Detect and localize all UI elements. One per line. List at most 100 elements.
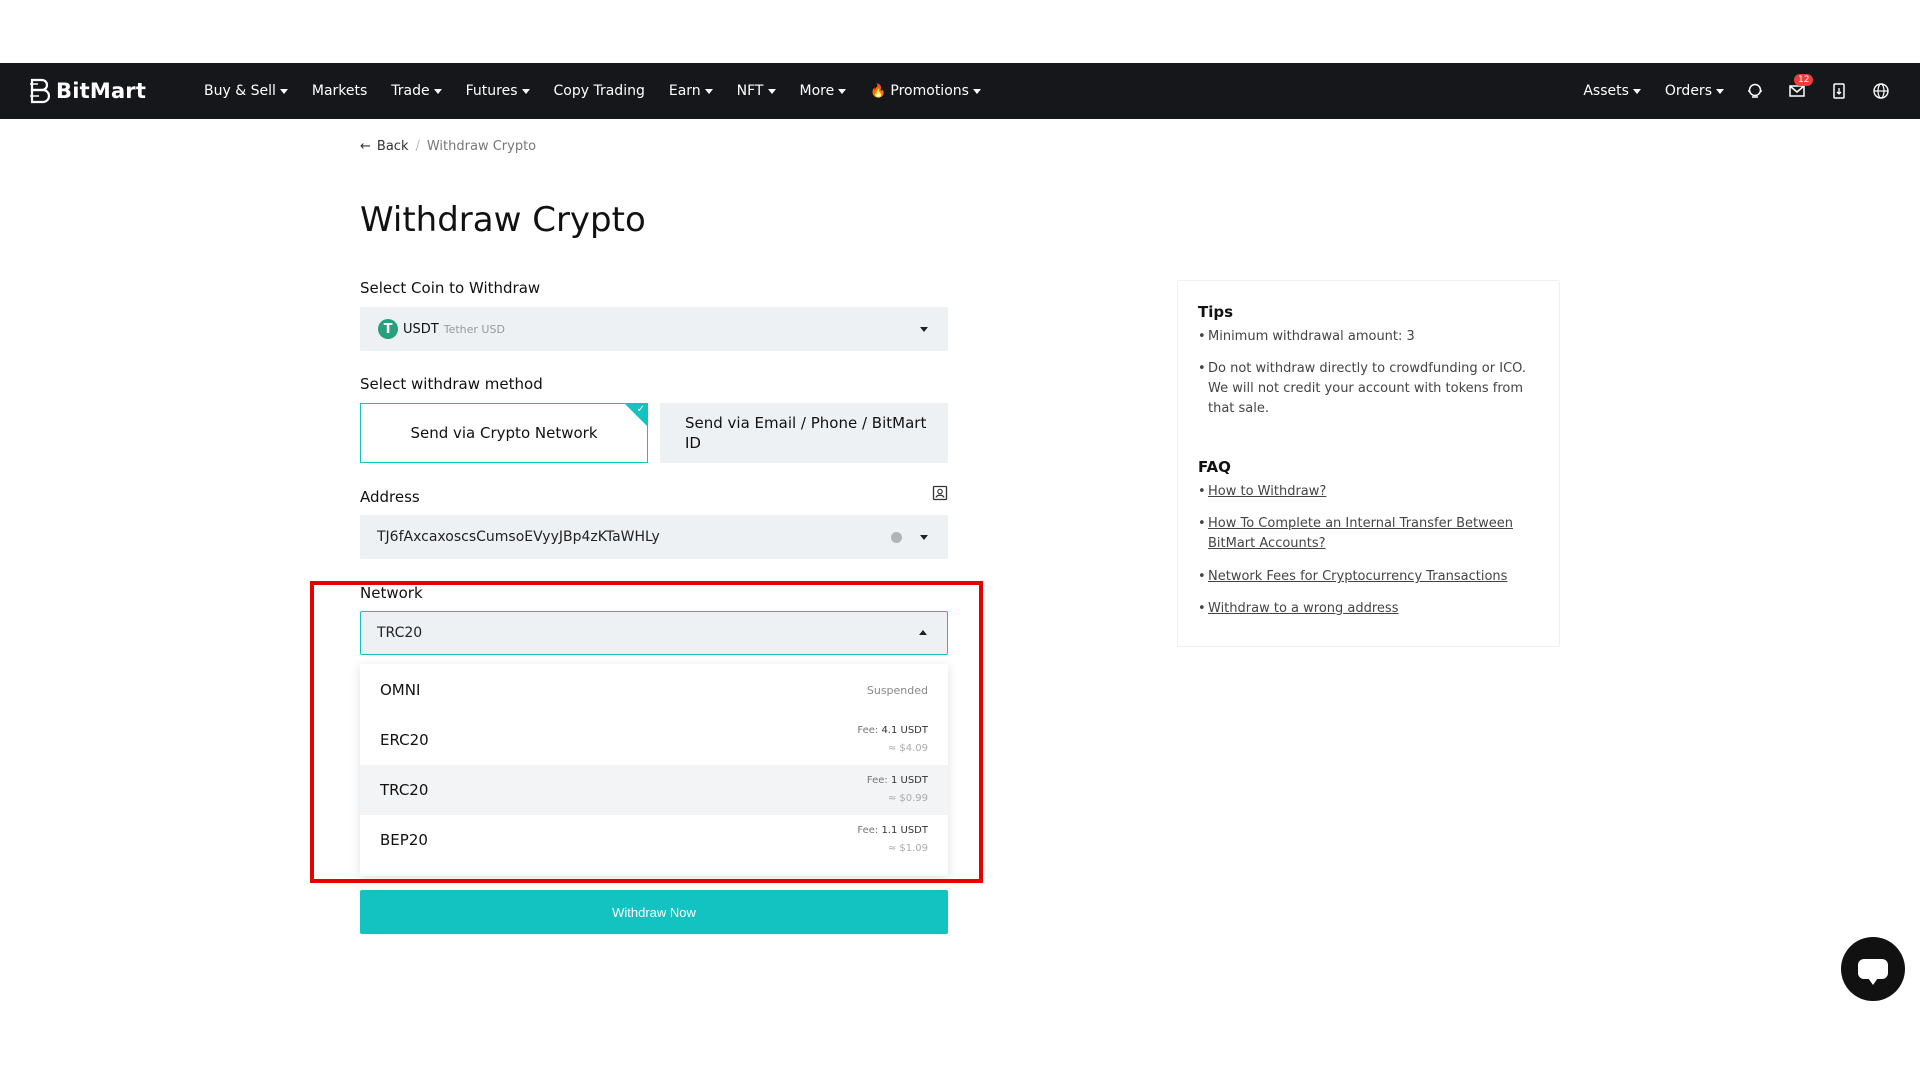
network-option-omni[interactable]: OMNI Suspended bbox=[360, 665, 948, 715]
network-fee: Fee: 1 USDT bbox=[867, 772, 928, 790]
network-option-name: OMNI bbox=[380, 681, 421, 699]
method-crypto-network[interactable]: Send via Crypto Network ✓ bbox=[360, 403, 648, 463]
network-option-bep20[interactable]: BEP20 Fee: 1.1 USDT ≈ $1.09 bbox=[360, 815, 948, 865]
nav-label: Assets bbox=[1583, 83, 1629, 99]
support-icon-glyph bbox=[1748, 83, 1762, 98]
chevron-down-icon[interactable] bbox=[920, 535, 928, 540]
nav-label: More bbox=[799, 83, 835, 99]
caret-down-icon bbox=[704, 88, 713, 94]
network-option-name: TRC20 bbox=[380, 781, 429, 799]
network-fee-usd: ≈ $1.09 bbox=[887, 843, 928, 854]
caret-down-icon bbox=[972, 88, 981, 94]
download-app-icon[interactable] bbox=[1828, 80, 1850, 102]
method-email-phone-id[interactable]: Send via Email / Phone / BitMart ID bbox=[660, 403, 948, 463]
chat-support-button[interactable] bbox=[1841, 937, 1905, 1001]
faq-link-internal-transfer[interactable]: How To Complete an Internal Transfer Bet… bbox=[1198, 514, 1543, 554]
network-option-trc20[interactable]: TRC20 Fee: 1 USDT ≈ $0.99 bbox=[360, 765, 948, 815]
caret-down-icon bbox=[279, 88, 288, 94]
network-fee-info: Fee: 1 USDT ≈ $0.99 bbox=[867, 772, 928, 808]
withdraw-now-button[interactable]: Withdraw Now bbox=[360, 890, 948, 934]
faq-link-wrong-address[interactable]: Withdraw to a wrong address bbox=[1198, 599, 1543, 619]
back-link[interactable]: Back bbox=[377, 139, 409, 154]
coin-symbol: USDT bbox=[403, 321, 439, 337]
network-option-name: ERC20 bbox=[380, 731, 429, 749]
back-arrow-icon[interactable]: ← bbox=[360, 139, 371, 154]
nav-trade[interactable]: Trade bbox=[391, 83, 442, 99]
bitmart-logo-icon bbox=[30, 78, 50, 104]
nav-label: NFT bbox=[736, 83, 764, 99]
nav-label: Copy Trading bbox=[553, 83, 645, 99]
breadcrumb-separator: / bbox=[415, 139, 420, 154]
network-option-name: BEP20 bbox=[380, 831, 428, 849]
breadcrumb: ← Back / Withdraw Crypto bbox=[360, 139, 536, 154]
tips-title: Tips bbox=[1198, 303, 1234, 321]
faq-link-how-to-withdraw[interactable]: How to Withdraw? bbox=[1198, 482, 1543, 502]
page-title: Withdraw Crypto bbox=[360, 200, 646, 240]
usdt-coin-icon: T bbox=[378, 319, 398, 339]
nav-buy-sell[interactable]: Buy & Sell bbox=[204, 83, 288, 99]
nav-more[interactable]: More bbox=[800, 83, 847, 99]
nav-label: Buy & Sell bbox=[204, 83, 276, 99]
network-status: Suspended bbox=[866, 683, 928, 697]
address-input[interactable]: TJ6fAxcaxoscsCumsoEVyyJBp4zKTaWHLy bbox=[360, 515, 948, 559]
notification-badge: 12 bbox=[1794, 74, 1814, 86]
clear-icon[interactable] bbox=[891, 532, 902, 543]
nav-markets[interactable]: Markets bbox=[312, 83, 367, 99]
nav-futures[interactable]: Futures bbox=[466, 83, 530, 99]
network-fee-info: Fee: 4.1 USDT ≈ $4.09 bbox=[857, 722, 928, 758]
caret-down-icon bbox=[1632, 88, 1641, 94]
network-fee-info: Fee: 1.1 USDT ≈ $1.09 bbox=[857, 822, 928, 858]
address-value: TJ6fAxcaxoscsCumsoEVyyJBp4zKTaWHLy bbox=[377, 529, 660, 545]
coin-select[interactable]: T USDT Tether USD bbox=[360, 307, 948, 351]
coin-select-label: Select Coin to Withdraw bbox=[360, 279, 541, 297]
nav-promotions[interactable]: 🔥 Promotions bbox=[870, 83, 981, 99]
nav-copy-trading[interactable]: Copy Trading bbox=[554, 83, 645, 99]
address-book-icon[interactable] bbox=[932, 485, 948, 501]
bitmart-logo[interactable]: BitMart bbox=[28, 63, 146, 119]
nav-label: Promotions bbox=[890, 83, 969, 99]
fee-label: Fee: bbox=[857, 725, 879, 736]
globe-icon[interactable] bbox=[1870, 80, 1892, 102]
fee-amount: 4.1 USDT bbox=[881, 725, 928, 736]
nav-assets[interactable]: Assets bbox=[1583, 83, 1641, 99]
fee-amount: 1 USDT bbox=[890, 775, 928, 786]
network-fee-usd: ≈ $4.09 bbox=[887, 743, 928, 754]
method-label: Send via Crypto Network bbox=[410, 424, 598, 442]
coin-name: Tether USD bbox=[443, 322, 505, 336]
withdraw-method-label: Select withdraw method bbox=[360, 375, 543, 393]
logo-text: BitMart bbox=[56, 79, 147, 103]
method-label: Send via Email / Phone / BitMart ID bbox=[685, 414, 927, 452]
nav-nft[interactable]: NFT bbox=[737, 83, 776, 99]
breadcrumb-current: Withdraw Crypto bbox=[426, 139, 537, 154]
nav-label: Trade bbox=[391, 83, 430, 99]
nav-orders[interactable]: Orders bbox=[1665, 83, 1724, 99]
caret-down-icon bbox=[767, 88, 776, 94]
header-right: Assets Orders 12 bbox=[1559, 63, 1920, 119]
network-label: Network bbox=[360, 584, 423, 602]
nav-label: Orders bbox=[1664, 83, 1712, 99]
network-fee: Fee: 1.1 USDT bbox=[857, 822, 928, 840]
fee-label: Fee: bbox=[857, 825, 879, 836]
support-icon[interactable] bbox=[1744, 80, 1766, 102]
network-option-erc20[interactable]: ERC20 Fee: 4.1 USDT ≈ $4.09 bbox=[360, 715, 948, 765]
address-label: Address bbox=[360, 488, 420, 506]
network-select[interactable]: TRC20 bbox=[360, 611, 948, 655]
fee-label: Fee: bbox=[866, 775, 888, 786]
faq-link-network-fees[interactable]: Network Fees for Cryptocurrency Transact… bbox=[1198, 567, 1543, 587]
mail-icon[interactable]: 12 bbox=[1786, 74, 1814, 102]
chat-icon bbox=[1858, 959, 1888, 985]
caret-down-icon bbox=[838, 88, 847, 94]
main-nav: Buy & Sell Markets Trade Futures Copy Tr… bbox=[204, 63, 1005, 119]
check-icon: ✓ bbox=[636, 404, 645, 415]
network-dropdown: OMNI Suspended ERC20 Fee: 4.1 USDT ≈ $4.… bbox=[360, 664, 948, 876]
tip-item: Do not withdraw directly to crowdfunding… bbox=[1198, 359, 1543, 419]
tip-item: Minimum withdrawal amount: 3 bbox=[1198, 327, 1543, 347]
nav-label: Markets bbox=[311, 83, 368, 99]
chevron-up-icon bbox=[919, 630, 927, 635]
network-fee-usd: ≈ $0.99 bbox=[887, 793, 928, 804]
nav-earn[interactable]: Earn bbox=[669, 83, 713, 99]
faq-title: FAQ bbox=[1198, 458, 1231, 476]
network-selected-value: TRC20 bbox=[377, 625, 423, 641]
caret-down-icon bbox=[521, 88, 530, 94]
top-navbar: BitMart Buy & Sell Markets Trade Futures… bbox=[0, 63, 1920, 119]
